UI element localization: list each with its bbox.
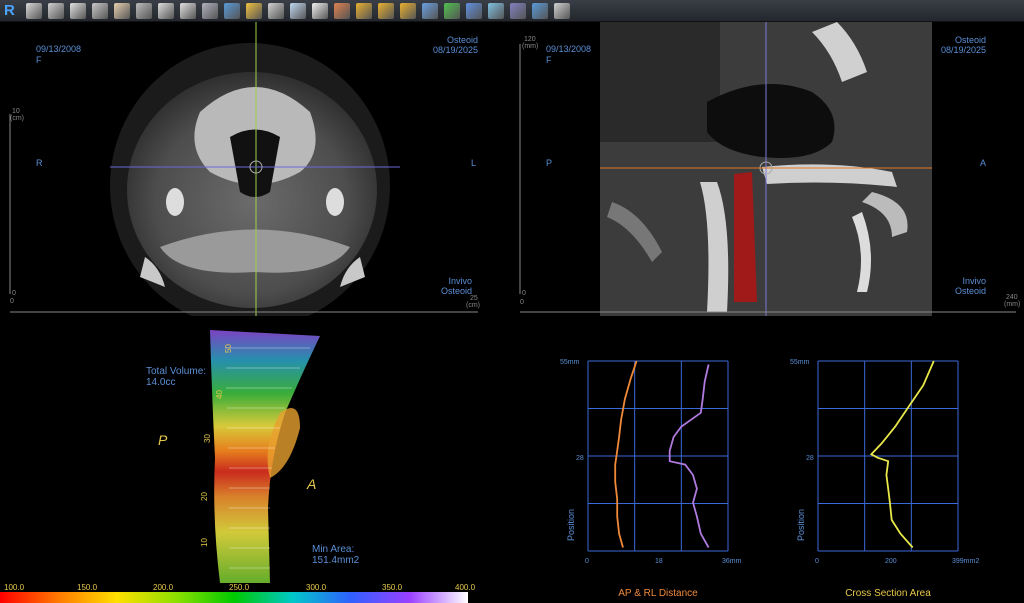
color-scale-label: 200.0 <box>153 583 174 592</box>
color-scale-label: 150.0 <box>77 583 98 592</box>
axial-side-right-label: R <box>36 158 43 168</box>
posterior-label: P <box>158 432 168 448</box>
axial-vruler-bottom: 0 <box>12 290 16 297</box>
chart-x-tick-label: 36mm <box>722 558 742 565</box>
sagittal-vruler-top: 120 <box>524 36 536 43</box>
skull-top-icon[interactable] <box>92 2 108 19</box>
chart-y-axis-label: Position <box>566 509 576 541</box>
text-icon[interactable] <box>532 2 548 19</box>
axial-hruler-right: 25 <box>470 295 478 302</box>
grid-icon[interactable] <box>422 2 438 19</box>
sagittal-side-anterior-label: A <box>980 158 987 168</box>
sagittal-brand: Osteoid <box>954 35 986 45</box>
caliper-icon[interactable] <box>378 2 394 19</box>
chart-x-tick-label: 0 <box>815 558 819 565</box>
color-scale-label: 300.0 <box>306 583 327 592</box>
chart-x-tick-label: 0 <box>585 558 589 565</box>
axial-brand: Osteoid <box>446 35 478 45</box>
toolbar-icons <box>26 2 576 19</box>
sagittal-hruler-unit: (mm) <box>1004 301 1021 308</box>
chart-title: Cross Section Area <box>845 588 931 599</box>
pencil-icon[interactable] <box>356 2 372 19</box>
axial-vruler-unit: (cm) <box>10 115 24 122</box>
chart-x-tick-label: 200 <box>885 558 897 565</box>
chart-series-area <box>869 360 935 549</box>
toolbar: R <box>0 0 1024 22</box>
chart-x-tick-label: 18 <box>655 558 663 565</box>
sagittal-study-date: 09/13/2008 <box>546 44 592 54</box>
airway-icon[interactable] <box>268 2 284 19</box>
axial-hruler-left: 0 <box>10 298 14 305</box>
chart-y-mid-label: 28 <box>806 455 814 462</box>
implant-icon[interactable] <box>202 2 218 19</box>
sagittal-vruler-bottom: 0 <box>522 290 526 297</box>
axial-hruler-unit: (cm) <box>466 302 480 309</box>
sagittal-hruler-right: 240 <box>1006 294 1018 301</box>
axial-vruler-top: 10 <box>12 108 20 115</box>
axial-vendor: Invivo <box>448 276 472 286</box>
jaw-icon[interactable] <box>312 2 328 19</box>
wave-icon[interactable] <box>488 2 504 19</box>
eye-icon[interactable] <box>510 2 526 19</box>
axial-view-panel[interactable]: 09/13/2008 F Osteoid 08/19/2025 R L Invi… <box>0 22 512 316</box>
sagittal-vendor: Invivo <box>962 276 986 286</box>
color-scale-label: 100.0 <box>4 583 25 592</box>
face-icon[interactable] <box>114 2 130 19</box>
chart-x-tick-label: 399mm2 <box>952 558 979 565</box>
angle-icon[interactable] <box>400 2 416 19</box>
airway-3d-model <box>210 330 320 583</box>
mpr-icon[interactable] <box>136 2 152 19</box>
airway-axis-tick: 20 <box>199 492 209 501</box>
axial-study-date: 09/13/2008 <box>36 44 82 54</box>
camera-icon[interactable] <box>554 2 570 19</box>
sagittal-orientation-top: F <box>546 55 552 65</box>
airway-axis-tick: 10 <box>199 538 209 547</box>
house-icon[interactable] <box>180 2 196 19</box>
total-volume-value: 14.0cc <box>146 377 176 388</box>
airway-axis-tick: 40 <box>214 390 224 399</box>
color-scale-label: 400.0 <box>455 583 476 592</box>
sagittal-vendor-2: Osteoid <box>954 286 986 296</box>
airway-charts: 55mm 28 Position 0 18 36mm AP & RL Distance 55m… <box>560 359 979 599</box>
app-logo[interactable]: R <box>4 2 20 19</box>
color-scale-label: 350.0 <box>382 583 403 592</box>
photo-icon[interactable] <box>334 2 350 19</box>
arch-icon[interactable] <box>158 2 174 19</box>
axial-vendor-2: Osteoid <box>440 286 472 296</box>
ruler-icon[interactable] <box>246 2 262 19</box>
skull-side-icon[interactable] <box>70 2 86 19</box>
color-scale-label: 250.0 <box>229 583 250 592</box>
ceph-icon[interactable] <box>466 2 482 19</box>
airway-3d-panel[interactable]: Total Volume: 14.0cc P A Min Area: 151.4… <box>0 318 512 592</box>
axial-current-date: 08/19/2025 <box>432 45 478 55</box>
total-volume-label: Total Volume: <box>146 366 207 377</box>
min-area-value: 151.4mm2 <box>312 555 360 566</box>
axial-orientation-top: F <box>36 55 42 65</box>
layers-icon[interactable] <box>290 2 306 19</box>
volume-render-icon[interactable] <box>26 2 42 19</box>
sagittal-ct-image <box>519 22 1016 316</box>
figure-icon[interactable] <box>444 2 460 19</box>
axial-ct-image <box>9 22 478 316</box>
color-scale-bar <box>0 592 468 603</box>
sagittal-hruler-left: 0 <box>520 299 524 306</box>
chart-y-top-label: 55mm <box>560 359 580 366</box>
axial-side-left-label: L <box>471 158 477 168</box>
sagittal-side-posterior-label: P <box>546 158 553 168</box>
anterior-label: A <box>307 476 317 492</box>
sagittal-view-panel[interactable]: 120 (mm) 09/13/2008 F Osteoid 08/19/2025… <box>512 22 1024 316</box>
sagittal-vruler-unit: (mm) <box>522 43 539 50</box>
chart-y-mid-label: 28 <box>576 455 584 462</box>
sagittal-current-date: 08/19/2025 <box>940 45 986 55</box>
airway-axis-tick: 30 <box>202 434 212 443</box>
min-area-label: Min Area: <box>312 544 355 555</box>
skull-front-icon[interactable] <box>48 2 64 19</box>
chart-y-top-label: 55mm <box>790 359 810 366</box>
chart-title: AP & RL Distance <box>618 588 698 599</box>
nerve-icon[interactable] <box>224 2 240 19</box>
airway-axis-tick: 50 <box>223 344 233 353</box>
chart-series-ap <box>614 360 638 548</box>
chart-y-axis-label: Position <box>796 509 806 541</box>
